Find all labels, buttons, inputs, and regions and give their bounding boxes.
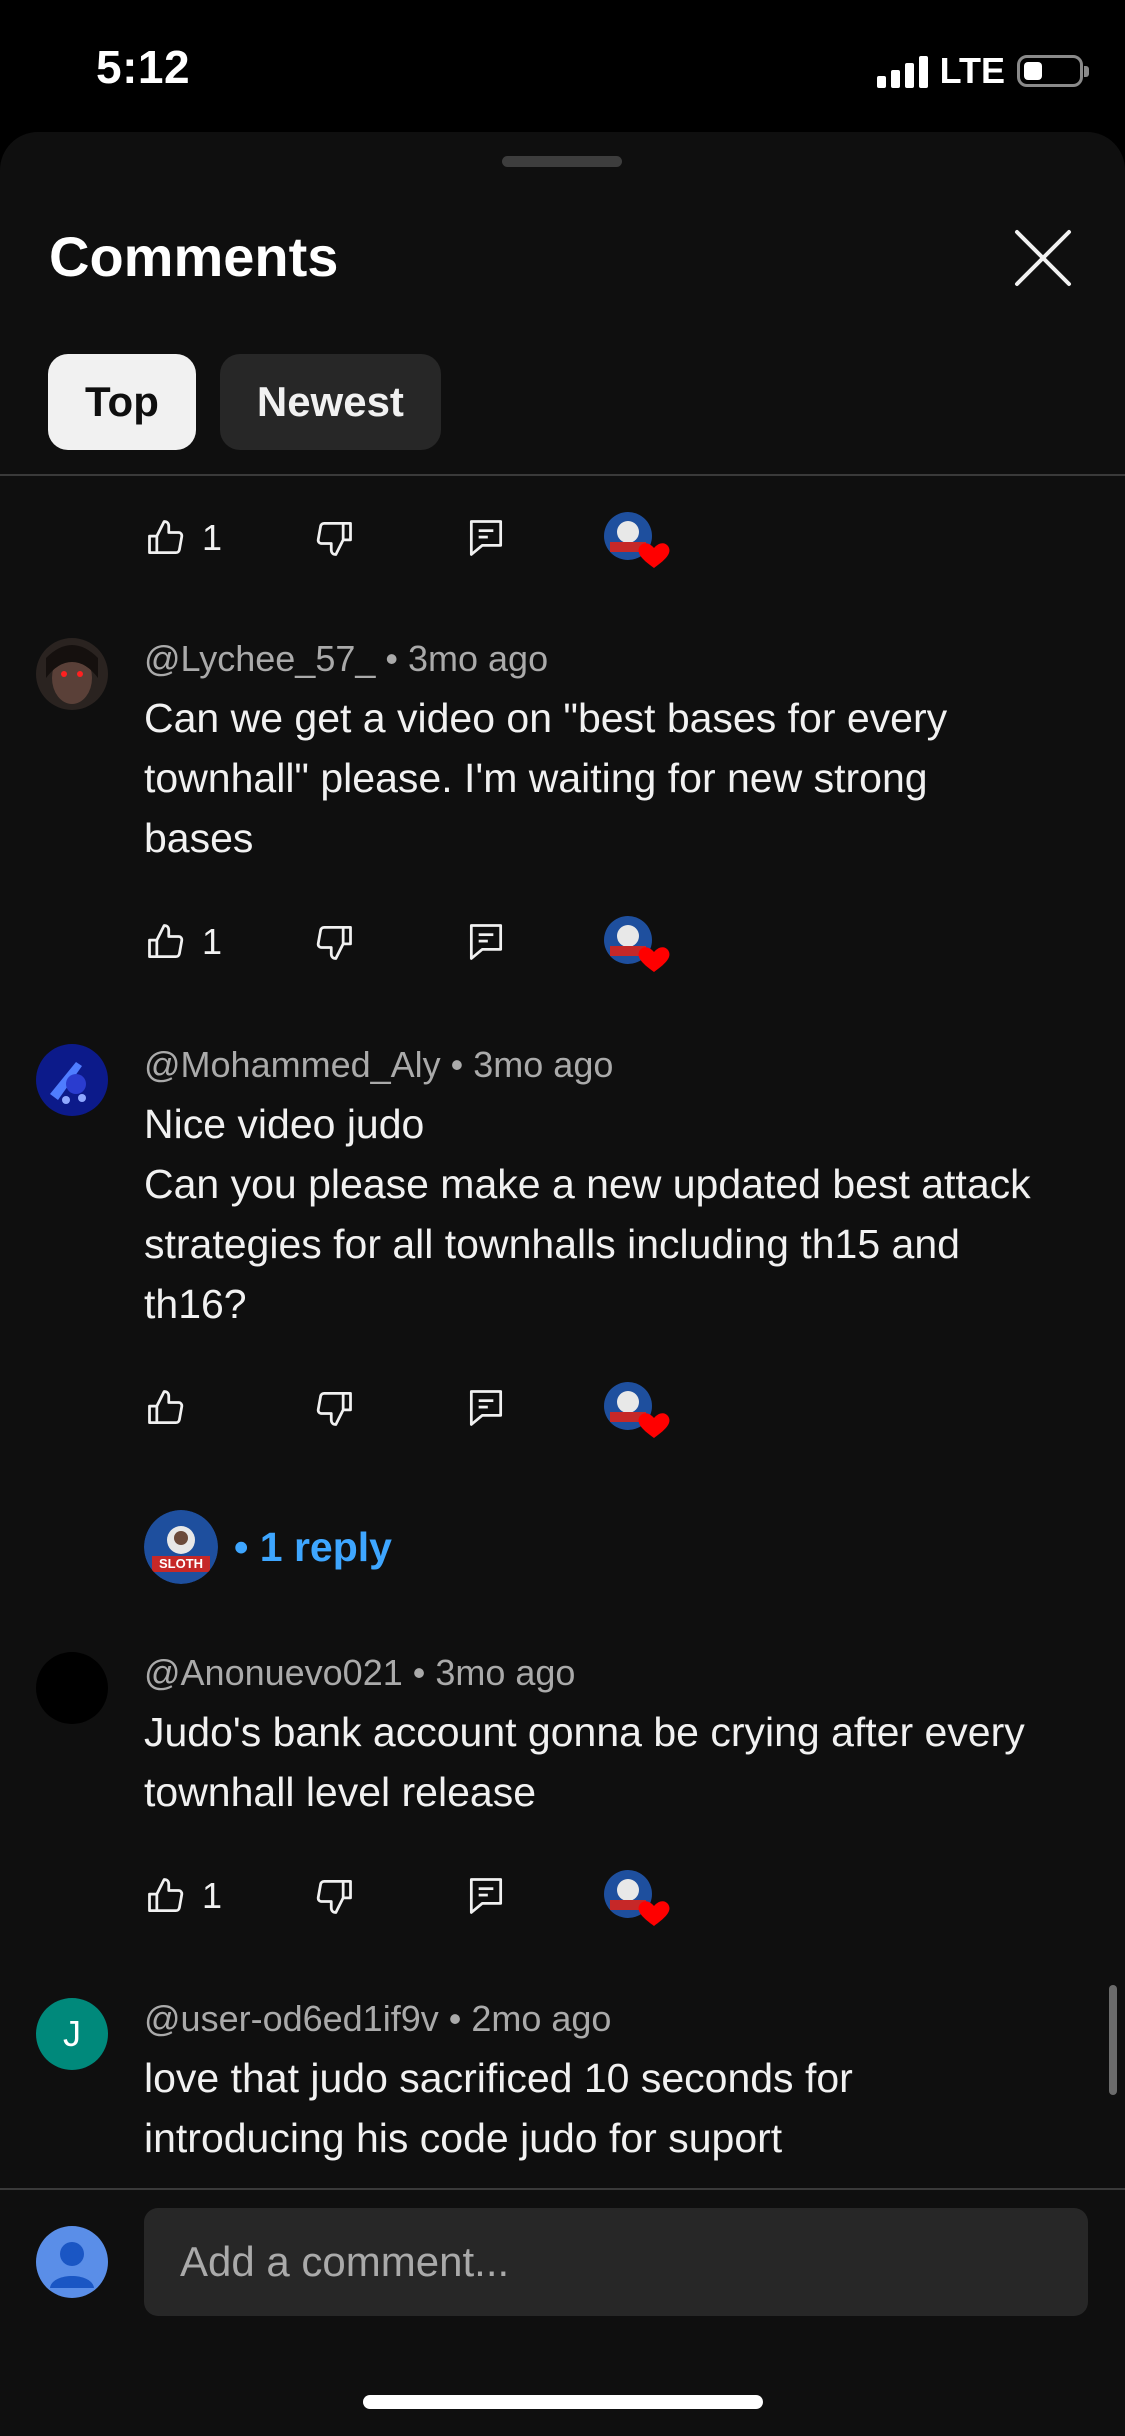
creator-heart-badge [602,1378,672,1440]
comment-author[interactable]: @Lychee_57_ [144,638,375,679]
thumbs-down-icon [316,521,352,556]
comment-meta: @Anonuevo021 • 3mo ago [144,1652,576,1693]
like-button[interactable] [144,1376,202,1440]
composer-divider [0,2188,1125,2190]
reply-button[interactable] [464,506,508,570]
thumbs-down-icon [316,1391,352,1426]
reply-count-label: • 1 reply [234,1523,392,1570]
comment-meta: @Lychee_57_ • 3mo ago [144,638,549,679]
comment-author[interactable]: @Mohammed_Aly [144,1044,441,1085]
comments-list: 1 @Lychee_57_ • 3mo ago Can we get a vid… [0,476,1125,2320]
comment-icon [469,520,503,556]
comment-time: 3mo ago [473,1044,614,1085]
thumbs-up-icon [148,1390,184,1425]
comment-icon [469,1878,503,1914]
comment-time: 2mo ago [471,1998,612,2039]
comment-actions: 1 [144,910,704,974]
user-avatar [36,2226,108,2298]
tab-top[interactable]: Top [48,354,196,450]
like-button[interactable]: 1 [144,910,222,974]
comment-meta: @user-od6ed1if9v • 2mo ago [144,1998,612,2039]
dislike-button[interactable] [312,1864,356,1928]
heart-icon [638,543,670,568]
person-icon [50,2242,94,2288]
thumbs-down-icon [316,925,352,960]
thumbs-up-icon [148,1878,184,1913]
avatar[interactable] [36,638,108,710]
view-replies-button[interactable]: SLOTH • 1 reply [144,1510,392,1584]
heart-icon [638,1901,670,1926]
avatar-letter: J [63,2013,81,2054]
comment-author[interactable]: @Anonuevo021 [144,1652,403,1693]
screen: 5:12 LTE Comments Top Newest 1 @Lychee_5… [0,0,1125,2436]
thumbs-down-icon [316,1879,352,1914]
status-bar: 5:12 LTE [0,0,1125,130]
sort-tabs: Top Newest [48,354,441,450]
creator-avatar: SLOTH [144,1510,218,1584]
close-icon [1015,230,1071,286]
dislike-button[interactable] [312,910,356,974]
like-button[interactable]: 1 [144,506,222,570]
heart-icon [638,947,670,972]
avatar[interactable] [36,1044,108,1116]
tab-newest[interactable]: Newest [219,354,441,450]
scrollbar[interactable] [1109,1985,1117,2095]
comment-actions: 1 [144,1864,704,1928]
comment-icon [469,924,503,960]
creator-heart-badge [602,508,672,570]
comment-text: love that judo sacrificed 10 seconds for… [144,2055,853,2161]
like-button[interactable]: 1 [144,1864,222,1928]
avatar[interactable] [36,1652,108,1724]
comment-text-line: Can you please make a new updated best a… [144,1161,1031,1327]
comment-actions: 1 [144,506,704,570]
creator-heart-badge [602,912,672,974]
comment-text: Can we get a video on "best bases for ev… [144,695,948,861]
network-label: LTE [939,50,1005,91]
comment-meta: @Mohammed_Aly • 3mo ago [144,1044,614,1085]
comment-author[interactable]: @user-od6ed1if9v [144,1998,439,2039]
reply-button[interactable] [464,910,508,974]
like-count: 1 [202,1875,223,1916]
comment-text: Nice video judo Can you please make a ne… [144,1094,1044,1334]
like-count: 1 [202,921,223,962]
like-count: 1 [202,517,223,558]
drag-handle[interactable] [502,156,622,167]
comment-time: 3mo ago [408,638,549,679]
dislike-button[interactable] [312,1376,356,1440]
status-indicators: LTE [876,50,1089,92]
reply-button[interactable] [464,1376,508,1440]
battery-icon [1017,55,1089,87]
sheet-title: Comments [49,225,339,288]
thumbs-up-icon [148,520,184,555]
comment-text: Judo's bank account gonna be crying afte… [144,1709,1025,1815]
reply-button[interactable] [464,1864,508,1928]
creator-heart-badge [602,1866,672,1928]
avatar[interactable]: J [36,1998,108,2070]
add-comment-input[interactable] [144,2208,1088,2316]
heart-icon [638,1413,670,1438]
thumbs-up-icon [148,924,184,959]
comment-actions [144,1376,704,1440]
status-time: 5:12 [96,41,191,93]
svg-text:SLOTH: SLOTH [159,1556,203,1571]
home-indicator[interactable] [363,2395,763,2409]
signal-icon [876,54,928,88]
comment-text-line: Nice video judo [144,1101,425,1147]
comment-icon [469,1390,503,1426]
comment-time: 3mo ago [435,1652,576,1693]
dislike-button[interactable] [312,506,356,570]
close-button[interactable] [1007,222,1079,294]
